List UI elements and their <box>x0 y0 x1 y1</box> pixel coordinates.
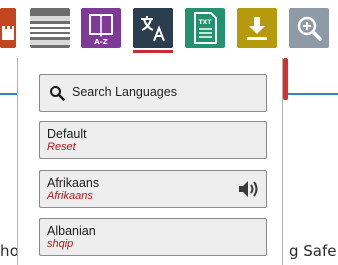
txt-label: TXT <box>199 19 213 26</box>
zoom-button[interactable] <box>289 8 329 48</box>
search-languages-label: Search Languages <box>72 85 177 99</box>
toolbar: A-Z TXT <box>0 0 338 56</box>
download-button[interactable] <box>237 8 277 48</box>
translate-icon <box>141 16 165 42</box>
zoom-in-icon <box>297 16 322 41</box>
scrollbar-thumb[interactable] <box>283 58 288 100</box>
search-icon <box>50 86 65 101</box>
translate-button[interactable] <box>133 8 173 48</box>
translate-active-indicator <box>133 50 173 53</box>
book-az-icon: A-Z <box>89 14 113 46</box>
download-icon <box>247 17 267 40</box>
search-languages-button[interactable]: Search Languages <box>39 74 267 112</box>
text-file-button[interactable]: TXT <box>185 8 225 48</box>
language-native-name: Afrikaans <box>47 190 93 202</box>
language-item-albanian[interactable]: Albanian shqip <box>39 218 267 256</box>
toolbar-button-partial[interactable] <box>0 8 16 48</box>
picture-dictionary-button[interactable]: A-Z <box>81 8 121 48</box>
language-name: Default <box>47 127 87 141</box>
language-native-name: Reset <box>47 141 76 153</box>
language-native-name: shqip <box>47 238 74 250</box>
background-text-right: g Safe <box>289 242 337 260</box>
screen-mask-icon <box>30 16 70 45</box>
languages-dropdown: Search Languages Default Reset Afrikaans… <box>17 58 283 265</box>
dictionary-az-text: A-Z <box>94 38 107 46</box>
screen-mask-button[interactable] <box>30 8 70 48</box>
language-item-default[interactable]: Default Reset <box>39 121 267 159</box>
txt-file-icon: TXT <box>194 12 217 44</box>
speaker-icon[interactable] <box>238 179 260 199</box>
language-item-afrikaans[interactable]: Afrikaans Afrikaans <box>39 170 267 208</box>
language-name: Albanian <box>47 224 96 238</box>
language-name: Afrikaans <box>47 176 100 190</box>
castle-icon <box>2 26 14 40</box>
